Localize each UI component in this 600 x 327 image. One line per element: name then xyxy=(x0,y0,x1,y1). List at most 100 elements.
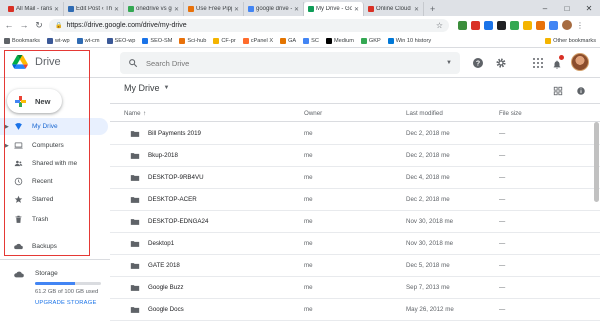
table-row[interactable]: DESKTOP-9RB4VU me Dec 4, 2018 me — xyxy=(110,167,600,189)
apps-grid-icon[interactable] xyxy=(533,58,543,68)
info-icon[interactable] xyxy=(576,86,586,96)
search-options-icon[interactable]: ▼ xyxy=(446,60,452,66)
sidebar-item-trash[interactable]: Trash xyxy=(0,211,110,228)
browser-tab[interactable]: Online Cloud F...✕ xyxy=(364,2,424,16)
scrollbar[interactable] xyxy=(594,122,599,202)
bookmark-item[interactable]: Sci-hub xyxy=(179,37,206,44)
sort-arrow-icon[interactable]: ↑ xyxy=(143,110,146,117)
row-owner: me xyxy=(304,174,313,181)
page-title: My Drive xyxy=(124,83,160,93)
browser-profile-avatar[interactable] xyxy=(562,20,572,30)
sidebar-item-backups[interactable]: Backups xyxy=(0,238,110,255)
bookmark-item[interactable]: SC xyxy=(303,37,319,44)
bookmark-item[interactable]: Medium xyxy=(325,37,354,44)
tab-close-icon[interactable]: ✕ xyxy=(174,6,179,13)
table-row[interactable]: DESKTOP-EDNGA24 me Nov 30, 2018 me — xyxy=(110,211,600,233)
storage-label[interactable]: Storage xyxy=(35,270,58,277)
table-row[interactable]: Bill Payments 2019 me Dec 2, 2018 me — xyxy=(110,123,600,145)
extension-icon[interactable] xyxy=(471,20,480,30)
upgrade-storage-link[interactable]: UPGRADE STORAGE xyxy=(35,300,97,306)
row-size: — xyxy=(499,240,506,247)
tab-title: Use Free Pipp... xyxy=(196,6,232,12)
bookmark-item[interactable]: wt-cm xyxy=(76,37,100,44)
column-file-size[interactable]: File size xyxy=(499,110,522,117)
bookmark-item[interactable]: CF-pr xyxy=(213,37,236,44)
tab-close-icon[interactable]: ✕ xyxy=(114,6,119,13)
new-button[interactable]: New xyxy=(7,89,62,113)
tab-title: My Drive - Goo... xyxy=(316,6,352,12)
forward-icon[interactable]: → xyxy=(19,20,29,30)
drive-logo-icon[interactable] xyxy=(12,55,28,69)
tab-title: onedrive vs go... xyxy=(136,6,172,12)
grid-view-icon[interactable] xyxy=(553,86,563,96)
tab-close-icon[interactable]: ✕ xyxy=(354,6,359,13)
row-name: Google Buzz xyxy=(148,284,184,291)
help-icon[interactable]: ? xyxy=(472,57,484,69)
bookmark-item[interactable]: SEO-SM xyxy=(142,37,172,44)
table-row[interactable]: Google Docs me May 26, 2012 me — xyxy=(110,299,600,321)
extension-icon[interactable] xyxy=(523,20,532,30)
browser-tab[interactable]: Edit Post ‹ The ...✕ xyxy=(64,2,124,16)
bookmark-item[interactable]: GA xyxy=(280,37,296,44)
extension-icon[interactable] xyxy=(549,20,558,30)
table-row[interactable]: GATE 2018 me Dec 5, 2018 me — xyxy=(110,255,600,277)
table-row[interactable]: DESKTOP-ACER me Dec 2, 2018 me — xyxy=(110,189,600,211)
settings-gear-icon[interactable] xyxy=(495,57,507,69)
url-field[interactable]: 🔒 https://drive.google.com/drive/my-driv… xyxy=(49,18,449,32)
tab-close-icon[interactable]: ✕ xyxy=(294,6,299,13)
app-title[interactable]: Drive xyxy=(35,56,61,68)
bookmark-item[interactable]: GKP xyxy=(360,37,381,44)
bookmark-item[interactable]: Bookmarks xyxy=(4,37,40,44)
extension-icon[interactable] xyxy=(497,20,506,30)
sidebar-item-shared-with-me[interactable]: Shared with me xyxy=(0,155,110,172)
expand-caret-icon[interactable]: ▶ xyxy=(5,143,9,149)
notifications-bell-icon[interactable] xyxy=(552,55,564,69)
sidebar-item-my-drive[interactable]: ▶ My Drive xyxy=(0,118,108,135)
maximize-button[interactable]: □ xyxy=(556,4,578,13)
browser-tab[interactable]: All Mail - ransa...✕ xyxy=(4,2,64,16)
table-row[interactable]: Google Buzz me Sep 7, 2013 me — xyxy=(110,277,600,299)
browser-tab[interactable]: My Drive - Goo...✕ xyxy=(304,2,364,16)
browser-tab[interactable]: google drive -...✕ xyxy=(244,2,304,16)
toolbar-divider xyxy=(110,103,600,104)
new-tab-button[interactable]: + xyxy=(424,2,441,16)
tab-close-icon[interactable]: ✕ xyxy=(414,6,419,13)
my-drive-title[interactable]: My Drive ▼ xyxy=(124,83,169,93)
reload-icon[interactable]: ↻ xyxy=(34,20,44,31)
tab-close-icon[interactable]: ✕ xyxy=(234,6,239,13)
search-bar[interactable]: ▼ xyxy=(120,52,460,74)
expand-caret-icon[interactable]: ▶ xyxy=(5,124,9,130)
trash-icon xyxy=(14,215,23,224)
table-row[interactable]: Bkup-2018 me Dec 2, 2018 me — xyxy=(110,145,600,167)
sidebar-item-computers[interactable]: ▶ Computers xyxy=(0,137,110,154)
bookmark-item[interactable]: Win 10 history xyxy=(387,37,431,44)
extension-icon[interactable] xyxy=(536,20,545,30)
bookmark-item[interactable]: cPanel X xyxy=(242,37,273,44)
column-owner[interactable]: Owner xyxy=(304,110,322,117)
browser-tab[interactable]: Use Free Pipp...✕ xyxy=(184,2,244,16)
extension-icon[interactable] xyxy=(484,20,493,30)
column-name[interactable]: Name xyxy=(124,110,141,117)
bookmark-item[interactable]: SEO-wp xyxy=(106,37,135,44)
minimize-button[interactable]: – xyxy=(534,4,556,13)
bookmark-star-icon[interactable]: ☆ xyxy=(436,21,443,30)
browser-tab[interactable]: onedrive vs go...✕ xyxy=(124,2,184,16)
sidebar-divider xyxy=(0,259,110,260)
bookmark-item[interactable]: wt-wp xyxy=(46,37,70,44)
column-last-modified[interactable]: Last modified xyxy=(406,110,443,117)
other-bookmarks[interactable]: Other bookmarks xyxy=(545,37,596,44)
search-input[interactable] xyxy=(146,58,439,68)
tab-close-icon[interactable]: ✕ xyxy=(54,6,59,13)
back-icon[interactable]: ← xyxy=(4,20,14,30)
extension-icon[interactable] xyxy=(510,20,519,30)
search-icon[interactable] xyxy=(128,58,138,68)
browser-menu-icon[interactable]: ⋮ xyxy=(576,21,584,30)
sidebar-item-starred[interactable]: Starred xyxy=(0,191,110,208)
storage-bar-fill xyxy=(35,282,76,285)
account-avatar[interactable] xyxy=(571,53,589,71)
row-name: DESKTOP-9RB4VU xyxy=(148,174,204,181)
sidebar-item-recent[interactable]: Recent xyxy=(0,173,110,190)
extension-icon[interactable] xyxy=(458,20,467,30)
table-row[interactable]: Desktop1 me Nov 30, 2018 me — xyxy=(110,233,600,255)
close-window-button[interactable]: ✕ xyxy=(578,4,600,13)
